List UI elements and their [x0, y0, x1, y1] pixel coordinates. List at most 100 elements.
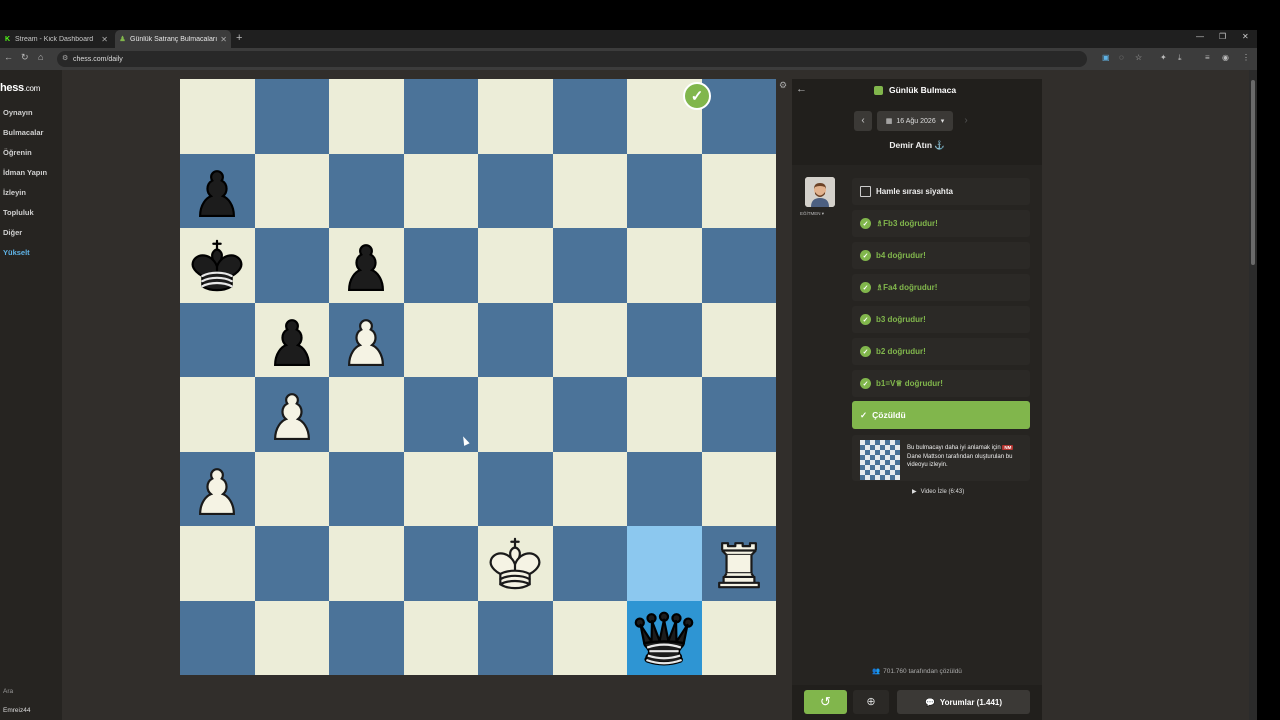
- square-f2[interactable]: [329, 153, 404, 228]
- back-icon[interactable]: ←: [4, 52, 13, 62]
- square-b2[interactable]: [627, 153, 702, 228]
- square-c6[interactable]: [552, 451, 627, 526]
- back-arrow-icon[interactable]: ←: [796, 83, 807, 95]
- square-f5[interactable]: [329, 377, 404, 452]
- black-pawn-piece[interactable]: [255, 303, 330, 378]
- close-window-icon[interactable]: ✕: [1242, 32, 1249, 41]
- square-a3[interactable]: [701, 228, 776, 303]
- white-pawn-piece[interactable]: [329, 303, 404, 378]
- square-h4[interactable]: [180, 302, 255, 377]
- white-pawn-piece[interactable]: [255, 377, 330, 452]
- square-d4[interactable]: [478, 302, 553, 377]
- square-e2[interactable]: [403, 153, 478, 228]
- tab-kick[interactable]: K Stream - Kick Dashboard ✕: [0, 30, 112, 48]
- star-icon[interactable]: ☆: [1135, 53, 1142, 62]
- square-h5[interactable]: [180, 377, 255, 452]
- square-c2[interactable]: [552, 153, 627, 228]
- sidebar-item-community[interactable]: Topluluk: [3, 208, 34, 217]
- url-field[interactable]: ⚙ chess.com/daily: [57, 51, 1087, 67]
- video-promo[interactable]: Bu bulmacayı daha iyi anlamak için NM Da…: [852, 435, 1030, 481]
- square-e6[interactable]: [403, 451, 478, 526]
- square-d1[interactable]: [478, 79, 553, 154]
- square-f6[interactable]: [329, 451, 404, 526]
- square-f1[interactable]: [329, 79, 404, 154]
- black-queen-piece[interactable]: [627, 601, 702, 676]
- scroll-thumb[interactable]: [1251, 80, 1255, 265]
- square-a6[interactable]: [701, 451, 776, 526]
- extensions-icon[interactable]: ✦: [1160, 53, 1167, 62]
- white-pawn-piece[interactable]: [180, 452, 255, 527]
- menu-icon[interactable]: ⋮: [1242, 53, 1250, 62]
- square-e7[interactable]: [403, 526, 478, 601]
- white-king-piece[interactable]: [478, 526, 553, 601]
- square-h8[interactable]: [180, 600, 255, 675]
- black-king-piece[interactable]: [180, 228, 255, 303]
- watch-video-link[interactable]: ▶ Video İzle (6:43): [912, 488, 964, 495]
- coach-label[interactable]: EĞİTMEN ▾: [800, 211, 824, 217]
- square-b5[interactable]: [627, 377, 702, 452]
- black-pawn-piece[interactable]: [180, 154, 255, 229]
- sidebar-item-upgrade[interactable]: Yükselt: [3, 248, 30, 257]
- video-thumbnail[interactable]: [860, 440, 900, 480]
- square-g2[interactable]: [254, 153, 329, 228]
- square-h1[interactable]: [180, 79, 255, 154]
- white-rook-piece[interactable]: [702, 526, 777, 601]
- sidebar-item-watch[interactable]: İzleyin: [3, 188, 26, 197]
- sidebar-item-train[interactable]: İdman Yapın: [3, 168, 47, 177]
- square-d3[interactable]: [478, 228, 553, 303]
- square-a2[interactable]: [701, 153, 776, 228]
- sidebar-search[interactable]: Ara: [3, 688, 13, 695]
- square-a5[interactable]: [701, 377, 776, 452]
- reload-icon[interactable]: ↻: [21, 52, 29, 63]
- square-b6[interactable]: [627, 451, 702, 526]
- square-c7[interactable]: [552, 526, 627, 601]
- square-b7[interactable]: [627, 526, 702, 601]
- board-settings-icon[interactable]: ⚙: [779, 80, 787, 91]
- retry-button[interactable]: ↺: [804, 690, 847, 714]
- square-b4[interactable]: [627, 302, 702, 377]
- site-info-icon[interactable]: ⚙: [62, 54, 68, 62]
- maximize-icon[interactable]: ❐: [1219, 32, 1226, 41]
- square-g3[interactable]: [254, 228, 329, 303]
- square-d6[interactable]: [478, 451, 553, 526]
- square-e3[interactable]: [403, 228, 478, 303]
- square-g6[interactable]: [254, 451, 329, 526]
- black-pawn-piece[interactable]: [329, 228, 404, 303]
- square-c5[interactable]: [552, 377, 627, 452]
- analysis-zoom-button[interactable]: ⊕: [853, 690, 889, 714]
- profile-icon[interactable]: ◉: [1222, 53, 1229, 62]
- square-c1[interactable]: [552, 79, 627, 154]
- square-f8[interactable]: [329, 600, 404, 675]
- sidebar-item-puzzles[interactable]: Bulmacalar: [3, 128, 43, 137]
- square-c4[interactable]: [552, 302, 627, 377]
- page-scrollbar[interactable]: [1249, 70, 1257, 720]
- square-a4[interactable]: [701, 302, 776, 377]
- eye-off-icon[interactable]: ◌: [1119, 53, 1124, 62]
- square-f7[interactable]: [329, 526, 404, 601]
- chess-logo[interactable]: hess.com: [0, 82, 40, 94]
- square-b3[interactable]: [627, 228, 702, 303]
- square-e4[interactable]: [403, 302, 478, 377]
- square-a1[interactable]: [701, 79, 776, 154]
- download-icon[interactable]: ⤓: [1178, 53, 1182, 63]
- media-icon[interactable]: ≡: [1205, 53, 1210, 62]
- square-h7[interactable]: [180, 526, 255, 601]
- square-e8[interactable]: [403, 600, 478, 675]
- home-icon[interactable]: ⌂: [38, 52, 43, 62]
- coach-avatar[interactable]: [805, 177, 835, 207]
- previous-date-button[interactable]: ‹: [854, 111, 872, 131]
- comments-button[interactable]: 💬 Yorumlar (1.441): [897, 690, 1030, 714]
- date-select[interactable]: ▦ 16 Ağu 2026 ▾: [877, 111, 953, 131]
- chess-board[interactable]: [180, 79, 776, 675]
- square-g8[interactable]: [254, 600, 329, 675]
- square-d8[interactable]: [478, 600, 553, 675]
- tab-chess[interactable]: ♟ Günlük Satranç Bulmacaları - Ch ✕: [115, 30, 231, 48]
- square-g7[interactable]: [254, 526, 329, 601]
- square-e1[interactable]: [403, 79, 478, 154]
- sidebar-item-learn[interactable]: Öğrenin: [3, 148, 32, 157]
- square-g1[interactable]: [254, 79, 329, 154]
- square-a8[interactable]: [701, 600, 776, 675]
- close-tab-icon[interactable]: ✕: [101, 35, 108, 44]
- close-tab-icon[interactable]: ✕: [220, 35, 227, 44]
- cast-icon[interactable]: ▣: [1102, 53, 1110, 62]
